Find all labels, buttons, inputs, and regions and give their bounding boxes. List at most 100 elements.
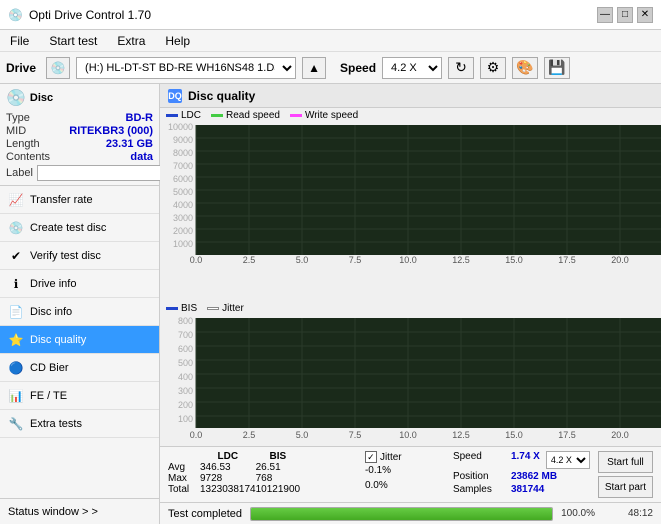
sidebar-item-verify-test-disc[interactable]: ✔ Verify test disc — [0, 242, 159, 270]
sidebar-item-fe-te-label: FE / TE — [30, 390, 67, 402]
position-label: Position — [453, 471, 505, 482]
disc-contents-label: Contents — [6, 151, 50, 163]
svg-text:5.0: 5.0 — [296, 430, 309, 440]
create-test-disc-icon: 💿 — [8, 220, 24, 236]
drive-info-icon: ℹ — [8, 276, 24, 292]
sidebar-item-drive-info[interactable]: ℹ Drive info — [0, 270, 159, 298]
svg-text:200: 200 — [178, 400, 193, 410]
max-bis: 768 — [256, 473, 301, 484]
legend-bis-label: BIS — [181, 303, 197, 314]
sidebar-item-extra-tests[interactable]: 🔧 Extra tests — [0, 410, 159, 438]
svg-text:2.5: 2.5 — [243, 430, 256, 440]
minimize-button[interactable]: — — [597, 7, 613, 23]
progress-status: Test completed — [168, 508, 242, 520]
start-part-button[interactable]: Start part — [598, 476, 653, 498]
menu-start-test[interactable]: Start test — [45, 32, 101, 50]
sidebar-item-disc-info-label: Disc info — [30, 306, 72, 318]
disc-quality-panel-icon: DQ — [168, 89, 182, 103]
sidebar-item-disc-quality[interactable]: ⭐ Disc quality — [0, 326, 159, 354]
disc-label-row: Label 🔍 — [6, 165, 153, 181]
disc-quality-icon: ⭐ — [8, 332, 24, 348]
svg-text:400: 400 — [178, 372, 193, 382]
drive-select[interactable]: (H:) HL-DT-ST BD-RE WH16NS48 1.D3 — [76, 57, 296, 79]
sidebar-item-cd-bier[interactable]: 🔵 CD Bier — [0, 354, 159, 382]
svg-text:700: 700 — [178, 330, 193, 340]
svg-text:300: 300 — [178, 386, 193, 396]
quality-speed-select[interactable]: 4.2 X — [546, 451, 590, 469]
app-title: Opti Drive Control 1.70 — [29, 8, 151, 22]
svg-text:20.0: 20.0 — [611, 255, 629, 263]
disc-mid-row: MID RITEKBR3 (000) — [6, 125, 153, 137]
speed-select-drive[interactable]: 4.2 X — [382, 57, 442, 79]
status-window-button[interactable]: Status window > > — [0, 498, 159, 524]
refresh-button[interactable]: ↻ — [448, 57, 474, 79]
menu-extra[interactable]: Extra — [113, 32, 149, 50]
svg-text:800: 800 — [178, 316, 193, 326]
sidebar-item-fe-te[interactable]: 📊 FE / TE — [0, 382, 159, 410]
sidebar-item-create-test-disc[interactable]: 💿 Create test disc — [0, 214, 159, 242]
drive-icon: 💿 — [46, 57, 70, 79]
verify-test-disc-icon: ✔ — [8, 248, 24, 264]
menubar: File Start test Extra Help — [0, 30, 661, 52]
cd-bier-icon: 🔵 — [8, 360, 24, 376]
start-full-button[interactable]: Start full — [598, 451, 653, 473]
col-ldc-header: LDC — [200, 451, 256, 462]
svg-text:7.5: 7.5 — [349, 430, 362, 440]
disc-info-icon: 📄 — [8, 304, 24, 320]
legend-bis: BIS — [166, 303, 197, 314]
sidebar-item-transfer-rate-label: Transfer rate — [30, 194, 93, 206]
stats-avg-row: Avg 346.53 26.51 — [168, 462, 300, 473]
legend-readspeed-label: Read speed — [226, 110, 280, 121]
legend-readspeed: Read speed — [211, 110, 280, 121]
close-button[interactable]: ✕ — [637, 7, 653, 23]
action-buttons: Start full Start part — [598, 451, 653, 498]
titlebar-controls: — □ ✕ — [597, 7, 653, 23]
maximize-button[interactable]: □ — [617, 7, 633, 23]
svg-text:7.5: 7.5 — [349, 255, 362, 263]
legend-writespeed: Write speed — [290, 110, 358, 121]
svg-text:0.0: 0.0 — [190, 430, 203, 440]
sidebar-item-disc-info[interactable]: 📄 Disc info — [0, 298, 159, 326]
color-button[interactable]: 🎨 — [512, 57, 538, 79]
menu-help[interactable]: Help — [161, 32, 194, 50]
stats-max-row: Max 9728 768 — [168, 473, 300, 484]
svg-text:500: 500 — [178, 358, 193, 368]
disc-label-input[interactable] — [37, 165, 175, 181]
fe-te-icon: 📊 — [8, 388, 24, 404]
settings-button[interactable]: ⚙ — [480, 57, 506, 79]
progress-area: Test completed 100.0% 48:12 — [160, 502, 661, 524]
svg-text:7000: 7000 — [173, 161, 193, 171]
chart2-legend: BIS Jitter — [160, 301, 661, 316]
samples-row: Samples 381744 — [453, 484, 590, 495]
legend-writespeed-label: Write speed — [305, 110, 358, 121]
chart2-svg: 800 700 600 500 400 300 200 100 10% 8% 6… — [160, 316, 661, 446]
titlebar: 💿 Opti Drive Control 1.70 — □ ✕ — [0, 0, 661, 30]
jitter-checkbox[interactable] — [365, 451, 377, 463]
progress-time: 48:12 — [603, 508, 653, 519]
eject-button[interactable]: ▲ — [302, 57, 326, 79]
progress-bar-outer — [250, 507, 553, 521]
titlebar-left: 💿 Opti Drive Control 1.70 — [8, 8, 151, 22]
speed-row-value: 1.74 X — [511, 451, 540, 469]
sidebar-item-extra-tests-label: Extra tests — [30, 418, 82, 430]
total-bis: 10121900 — [256, 484, 301, 495]
stats-table: LDC BIS Avg 346.53 26.51 Max 9728 768 — [168, 451, 357, 495]
status-window-label: Status window > > — [8, 506, 98, 518]
col-bis-header: BIS — [256, 451, 301, 462]
sidebar: 💿 Disc Type BD-R MID RITEKBR3 (000) Leng… — [0, 84, 160, 524]
main-layout: 💿 Disc Type BD-R MID RITEKBR3 (000) Leng… — [0, 84, 661, 524]
disc-panel-header: 💿 Disc — [6, 88, 153, 108]
disc-panel-title: Disc — [30, 92, 53, 104]
disc-info-panel: 💿 Disc Type BD-R MID RITEKBR3 (000) Leng… — [0, 84, 159, 186]
save-button[interactable]: 💾 — [544, 57, 570, 79]
svg-text:12.5: 12.5 — [452, 255, 470, 263]
total-label: Total — [168, 484, 200, 495]
svg-text:15.0: 15.0 — [505, 430, 523, 440]
samples-value: 381744 — [511, 484, 544, 495]
sidebar-item-transfer-rate[interactable]: 📈 Transfer rate — [0, 186, 159, 214]
menu-file[interactable]: File — [6, 32, 33, 50]
jitter-column: Jitter -0.1% 0.0% — [365, 451, 445, 493]
disc-type-value: BD-R — [126, 112, 154, 124]
disc-length-row: Length 23.31 GB — [6, 138, 153, 150]
svg-text:10.0: 10.0 — [399, 430, 417, 440]
